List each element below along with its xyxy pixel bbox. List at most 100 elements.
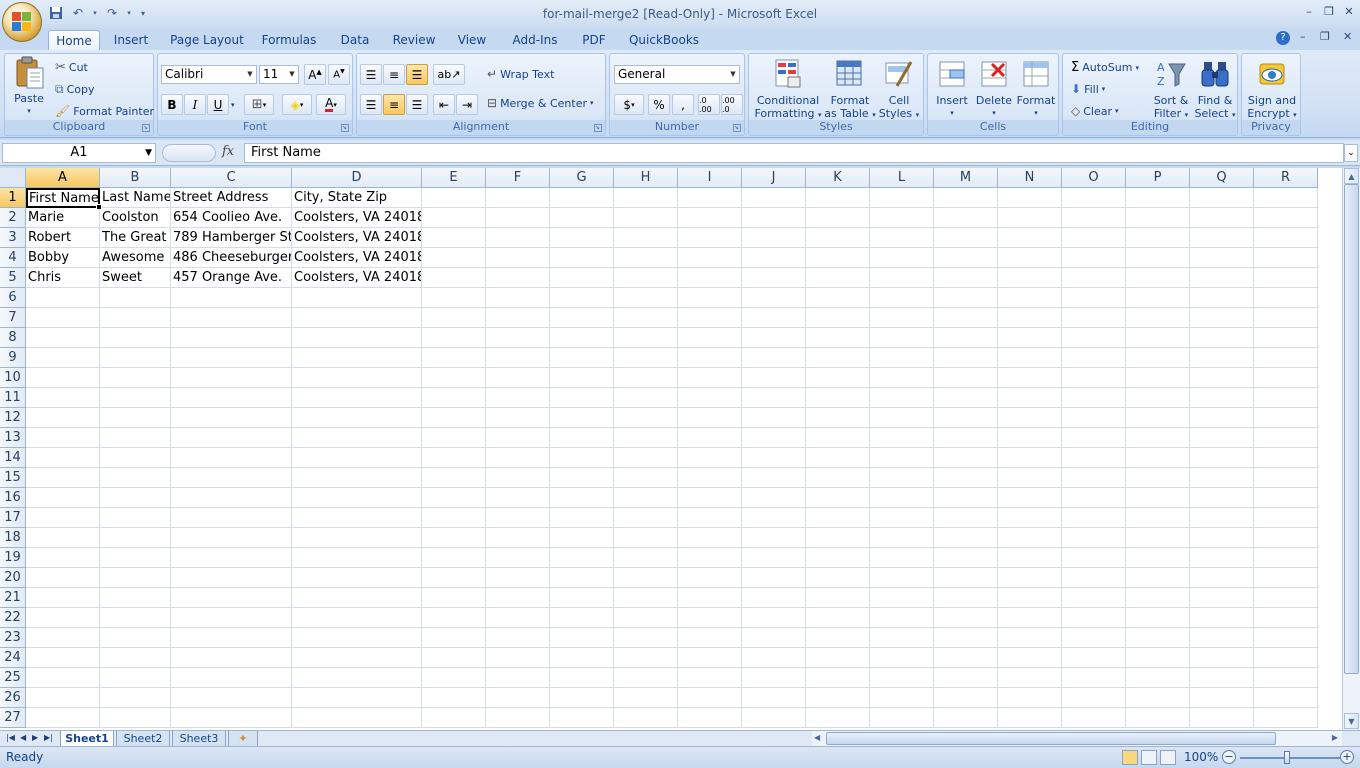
cell-D14[interactable]: [292, 448, 422, 468]
row-header[interactable]: 8: [0, 328, 26, 348]
cell-M14[interactable]: [934, 448, 998, 468]
insert-function-icon[interactable]: fx: [222, 144, 234, 159]
cell-I2[interactable]: [678, 208, 742, 228]
cell-O17[interactable]: [1062, 508, 1126, 528]
cell-O4[interactable]: [1062, 248, 1126, 268]
cell-H21[interactable]: [614, 588, 678, 608]
cell-C3[interactable]: 789 Hamberger St.: [171, 228, 292, 248]
cell-L19[interactable]: [870, 548, 934, 568]
cell-H11[interactable]: [614, 388, 678, 408]
cell-C16[interactable]: [171, 488, 292, 508]
cell-N16[interactable]: [998, 488, 1062, 508]
cell-H6[interactable]: [614, 288, 678, 308]
cell-G7[interactable]: [550, 308, 614, 328]
cell-E11[interactable]: [422, 388, 486, 408]
cell-Q25[interactable]: [1190, 668, 1254, 688]
cell-Q20[interactable]: [1190, 568, 1254, 588]
cell-O7[interactable]: [1062, 308, 1126, 328]
cell-K8[interactable]: [806, 328, 870, 348]
cell-F24[interactable]: [486, 648, 550, 668]
cell-I22[interactable]: [678, 608, 742, 628]
cell-R14[interactable]: [1254, 448, 1318, 468]
cell-P21[interactable]: [1126, 588, 1190, 608]
cell-E18[interactable]: [422, 528, 486, 548]
cell-A3[interactable]: Robert: [26, 228, 100, 248]
cell-D13[interactable]: [292, 428, 422, 448]
cell-O1[interactable]: [1062, 188, 1126, 208]
cell-L11[interactable]: [870, 388, 934, 408]
wrap-text-button[interactable]: ↵ Wrap Text: [487, 67, 554, 81]
chevron-down-icon[interactable]: ▼: [286, 66, 298, 83]
cell-I24[interactable]: [678, 648, 742, 668]
cell-L21[interactable]: [870, 588, 934, 608]
cell-I15[interactable]: [678, 468, 742, 488]
cell-G1[interactable]: [550, 188, 614, 208]
cell-H4[interactable]: [614, 248, 678, 268]
cell-R11[interactable]: [1254, 388, 1318, 408]
find-select-button[interactable]: Find & Select ▾: [1193, 58, 1237, 122]
cell-I25[interactable]: [678, 668, 742, 688]
cell-G9[interactable]: [550, 348, 614, 368]
cell-A22[interactable]: [26, 608, 100, 628]
align-bottom-button[interactable]: ☰: [406, 64, 428, 85]
cell-K23[interactable]: [806, 628, 870, 648]
cell-L16[interactable]: [870, 488, 934, 508]
cell-N11[interactable]: [998, 388, 1062, 408]
cell-B11[interactable]: [100, 388, 171, 408]
cell-K27[interactable]: [806, 708, 870, 728]
cell-N22[interactable]: [998, 608, 1062, 628]
cell-O13[interactable]: [1062, 428, 1126, 448]
underline-dropdown-icon[interactable]: ▾: [231, 101, 235, 109]
row-header[interactable]: 27: [0, 708, 26, 728]
cell-O20[interactable]: [1062, 568, 1126, 588]
cell-A18[interactable]: [26, 528, 100, 548]
cell-L1[interactable]: [870, 188, 934, 208]
cell-Q19[interactable]: [1190, 548, 1254, 568]
clipboard-launcher-icon[interactable]: ↘: [142, 124, 150, 132]
cell-A8[interactable]: [26, 328, 100, 348]
cell-G8[interactable]: [550, 328, 614, 348]
cell-P11[interactable]: [1126, 388, 1190, 408]
cell-F20[interactable]: [486, 568, 550, 588]
cell-P26[interactable]: [1126, 688, 1190, 708]
paste-button[interactable]: Paste ▾: [9, 56, 49, 118]
minimize-icon[interactable]: –: [1302, 4, 1316, 18]
cell-R13[interactable]: [1254, 428, 1318, 448]
cell-N24[interactable]: [998, 648, 1062, 668]
row-header[interactable]: 17: [0, 508, 26, 528]
cell-G16[interactable]: [550, 488, 614, 508]
cell-H2[interactable]: [614, 208, 678, 228]
cell-D1[interactable]: City, State Zip: [292, 188, 422, 208]
cell-I17[interactable]: [678, 508, 742, 528]
sort-filter-button[interactable]: AZ Sort & Filter ▾: [1151, 58, 1191, 122]
expand-formula-bar-icon[interactable]: ⌄: [1344, 144, 1358, 162]
cell-M17[interactable]: [934, 508, 998, 528]
cell-D17[interactable]: [292, 508, 422, 528]
cell-C24[interactable]: [171, 648, 292, 668]
align-middle-button[interactable]: ≡: [383, 64, 405, 85]
cell-K9[interactable]: [806, 348, 870, 368]
cell-C26[interactable]: [171, 688, 292, 708]
cell-K18[interactable]: [806, 528, 870, 548]
cell-Q21[interactable]: [1190, 588, 1254, 608]
font-color-button[interactable]: A ▾: [316, 94, 346, 115]
cell-R19[interactable]: [1254, 548, 1318, 568]
cell-O15[interactable]: [1062, 468, 1126, 488]
paste-dropdown-icon[interactable]: ▾: [27, 105, 31, 118]
cell-M6[interactable]: [934, 288, 998, 308]
cell-P17[interactable]: [1126, 508, 1190, 528]
cell-K24[interactable]: [806, 648, 870, 668]
cell-M20[interactable]: [934, 568, 998, 588]
cell-A6[interactable]: [26, 288, 100, 308]
cell-H10[interactable]: [614, 368, 678, 388]
cell-A27[interactable]: [26, 708, 100, 728]
cell-M27[interactable]: [934, 708, 998, 728]
cell-J13[interactable]: [742, 428, 806, 448]
cell-H7[interactable]: [614, 308, 678, 328]
zoom-slider-thumb[interactable]: [1284, 751, 1290, 764]
cell-C11[interactable]: [171, 388, 292, 408]
zoom-in-icon[interactable]: +: [1340, 750, 1354, 764]
page-layout-view-icon[interactable]: [1141, 750, 1157, 765]
cell-G23[interactable]: [550, 628, 614, 648]
row-header[interactable]: 7: [0, 308, 26, 328]
